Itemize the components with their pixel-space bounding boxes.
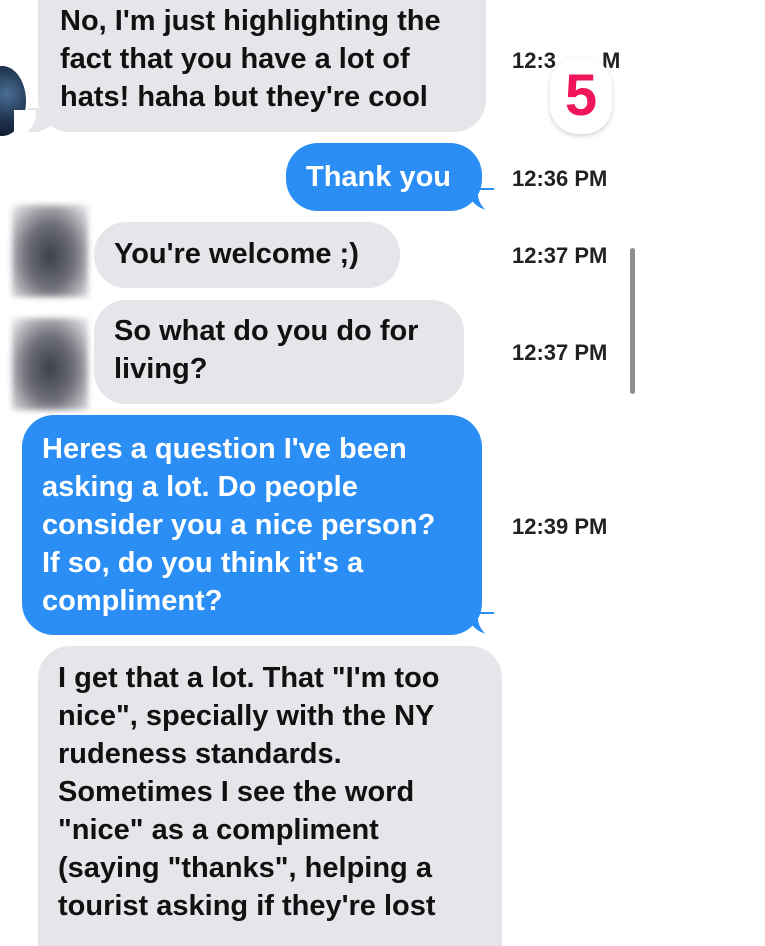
bubble-tail-mask xyxy=(478,190,498,214)
number-badge: 5 xyxy=(550,58,612,134)
message-bubble-outgoing[interactable]: Thank you xyxy=(286,143,482,211)
message-bubble-incoming[interactable]: So what do you do for living? xyxy=(94,300,464,404)
message-bubble-incoming[interactable]: No, I'm just highlighting the fact that … xyxy=(38,0,486,132)
scroll-indicator[interactable] xyxy=(630,248,635,394)
blurred-avatar-2 xyxy=(12,318,88,410)
bubble-tail-mask xyxy=(14,110,36,136)
bubble-tail-mask xyxy=(478,614,498,638)
message-timestamp: 12:36 PM xyxy=(512,166,608,191)
message-bubble-outgoing[interactable]: Heres a question I've been asking a lot.… xyxy=(22,415,482,635)
message-timestamp: 12:37 PM xyxy=(512,243,608,268)
blurred-avatar-1 xyxy=(12,205,88,297)
message-timestamp: 12:39 PM xyxy=(512,514,608,539)
message-timestamp: 12:37 PM xyxy=(512,340,608,365)
message-bubble-incoming[interactable]: You're welcome ;) xyxy=(94,222,400,288)
message-bubble-incoming[interactable]: I get that a lot. That "I'm too nice", s… xyxy=(38,646,502,946)
